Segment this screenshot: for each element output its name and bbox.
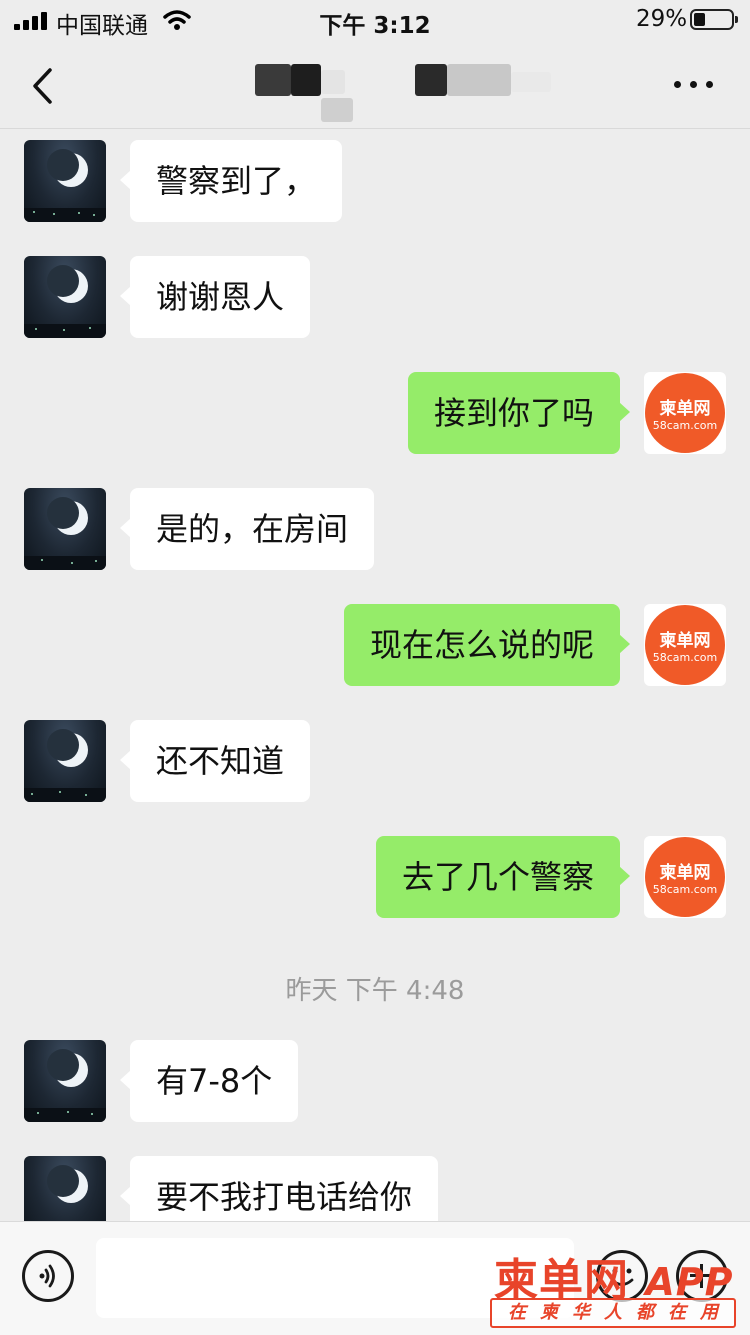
message-bubble[interactable]: 去了几个警察 — [375, 836, 631, 918]
svg-text:柬单网: 柬单网 — [660, 862, 711, 883]
status-bar: 中国联通 下午 3:12 29% — [0, 0, 750, 44]
svg-text:58cam.com: 58cam.com — [653, 419, 718, 432]
chat-area[interactable]: 警察到了， 谢谢恩人 接到你了吗 柬单网 58cam.com 是的，在房间 现在怎… — [0, 129, 750, 1221]
more-dots-icon[interactable] — [674, 72, 718, 96]
message-bubble[interactable]: 有7-8个 — [119, 1040, 299, 1122]
voice-icon[interactable] — [22, 1250, 74, 1302]
svg-text:柬单网: 柬单网 — [660, 630, 711, 651]
message-bubble[interactable]: 还不知道 — [119, 720, 311, 802]
58cam-logo[interactable]: 柬单网 58cam.com — [644, 372, 726, 454]
moon-avatar[interactable] — [24, 1040, 106, 1122]
svg-text:58cam.com: 58cam.com — [653, 651, 718, 664]
moon-avatar[interactable] — [24, 488, 106, 570]
moon-avatar[interactable] — [24, 1156, 106, 1221]
svg-text:58cam.com: 58cam.com — [653, 883, 718, 896]
timestamp: 昨天 下午 4:48 — [285, 976, 465, 1006]
message-bubble[interactable]: 谢谢恩人 — [119, 256, 311, 338]
watermark-tagline: 在柬华人都在用 — [490, 1298, 736, 1328]
message-bubble[interactable]: 要不我打电话给你 — [119, 1156, 439, 1221]
moon-avatar[interactable] — [24, 140, 106, 222]
58cam-logo[interactable]: 柬单网 58cam.com — [644, 836, 726, 918]
svg-text:柬单网: 柬单网 — [660, 398, 711, 419]
moon-avatar[interactable] — [24, 256, 106, 338]
battery-icon — [690, 9, 738, 30]
watermark-logo: 柬单网 APP 在柬华人都在用 — [490, 1244, 742, 1334]
58cam-logo[interactable]: 柬单网 58cam.com — [644, 604, 726, 686]
chevron-left-icon[interactable] — [26, 64, 66, 108]
battery-percent: 29% — [636, 6, 688, 32]
message-bubble[interactable]: 是的，在房间 — [119, 488, 375, 570]
chat-title-redacted — [255, 62, 565, 122]
message-bubble[interactable]: 接到你了吗 — [407, 372, 631, 454]
nav-bar — [0, 44, 750, 129]
message-bubble[interactable]: 警察到了， — [119, 140, 343, 222]
message-bubble[interactable]: 现在怎么说的呢 — [343, 604, 631, 686]
moon-avatar[interactable] — [24, 720, 106, 802]
